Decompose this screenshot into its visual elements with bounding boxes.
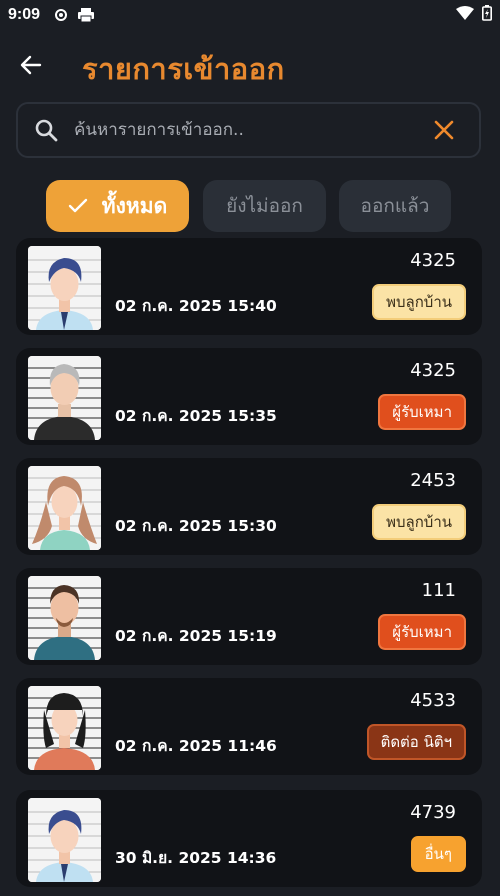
entry-status-badge[interactable]: อื่นๆ — [410, 836, 466, 872]
entry-house-number: 2453 — [410, 470, 456, 491]
entry-card[interactable]: 02 ก.ค. 2025 15:40 4325 พบลูกบ้าน — [16, 238, 482, 335]
entry-house-number: 4325 — [410, 360, 456, 381]
battery-icon — [482, 4, 492, 26]
status-time: 9:09 — [8, 6, 41, 23]
filter-all-chip[interactable]: ทั้งหมด — [46, 180, 189, 232]
avatar — [28, 246, 101, 330]
entry-status-badge[interactable]: ผู้รับเหมา — [378, 394, 466, 430]
entry-status-badge[interactable]: พบลูกบ้าน — [372, 284, 466, 320]
filter-not-exited-label: ยังไม่ออก — [226, 195, 303, 217]
entry-house-number: 4533 — [410, 690, 456, 711]
entry-list: 02 ก.ค. 2025 15:40 4325 พบลูกบ้าน 02 ก.ค… — [0, 238, 500, 896]
back-button[interactable] — [14, 48, 48, 82]
page-title: รายการเข้าออก — [82, 52, 285, 86]
entry-card[interactable]: 02 ก.ค. 2025 15:19 111 ผู้รับเหมา — [16, 568, 482, 665]
filter-chips: ทั้งหมด ยังไม่ออก ออกแล้ว — [0, 180, 500, 232]
avatar — [28, 356, 101, 440]
entry-datetime: 02 ก.ค. 2025 15:30 — [115, 517, 277, 535]
filter-exited-chip[interactable]: ออกแล้ว — [339, 180, 451, 232]
entry-datetime: 02 ก.ค. 2025 15:40 — [115, 297, 277, 315]
entry-card[interactable]: 02 ก.ค. 2025 15:30 2453 พบลูกบ้าน — [16, 458, 482, 555]
check-icon — [68, 198, 88, 214]
search-icon — [34, 117, 60, 143]
filter-all-label: ทั้งหมด — [101, 193, 168, 218]
entry-datetime: 02 ก.ค. 2025 15:35 — [115, 407, 277, 425]
entry-card[interactable]: 02 ก.ค. 2025 11:46 4533 ติดต่อ นิติฯ — [16, 678, 482, 775]
app-bar: รายการเข้าออก — [0, 38, 500, 94]
status-bar: 9:09 — [0, 0, 500, 30]
entry-status-badge[interactable]: พบลูกบ้าน — [372, 504, 466, 540]
filter-not-exited-chip[interactable]: ยังไม่ออก — [203, 180, 326, 232]
entry-status-badge[interactable]: ผู้รับเหมา — [378, 614, 466, 650]
entry-card[interactable]: 02 ก.ค. 2025 15:35 4325 ผู้รับเหมา — [16, 348, 482, 445]
entry-house-number: 4739 — [410, 802, 456, 823]
avatar — [28, 576, 101, 660]
search-bar — [16, 102, 481, 158]
arrow-left-icon — [20, 55, 42, 75]
clear-search-button[interactable] — [429, 115, 459, 145]
entry-datetime: 30 มิ.ย. 2025 14:36 — [115, 849, 277, 867]
avatar — [28, 466, 101, 550]
entry-datetime: 02 ก.ค. 2025 15:19 — [115, 627, 277, 645]
printer-icon — [78, 8, 95, 22]
wifi-icon — [456, 5, 474, 25]
filter-exited-label: ออกแล้ว — [360, 195, 430, 217]
notification-icon — [54, 8, 68, 22]
entry-status-badge[interactable]: ติดต่อ นิติฯ — [366, 724, 466, 760]
avatar — [28, 798, 101, 882]
avatar — [28, 686, 101, 770]
close-icon — [434, 120, 454, 140]
entry-card[interactable]: 30 มิ.ย. 2025 14:36 4739 อื่นๆ — [16, 790, 482, 887]
search-input[interactable] — [74, 104, 429, 156]
entry-datetime: 02 ก.ค. 2025 11:46 — [115, 737, 277, 755]
entry-house-number: 4325 — [410, 250, 456, 271]
entry-house-number: 111 — [421, 580, 456, 601]
